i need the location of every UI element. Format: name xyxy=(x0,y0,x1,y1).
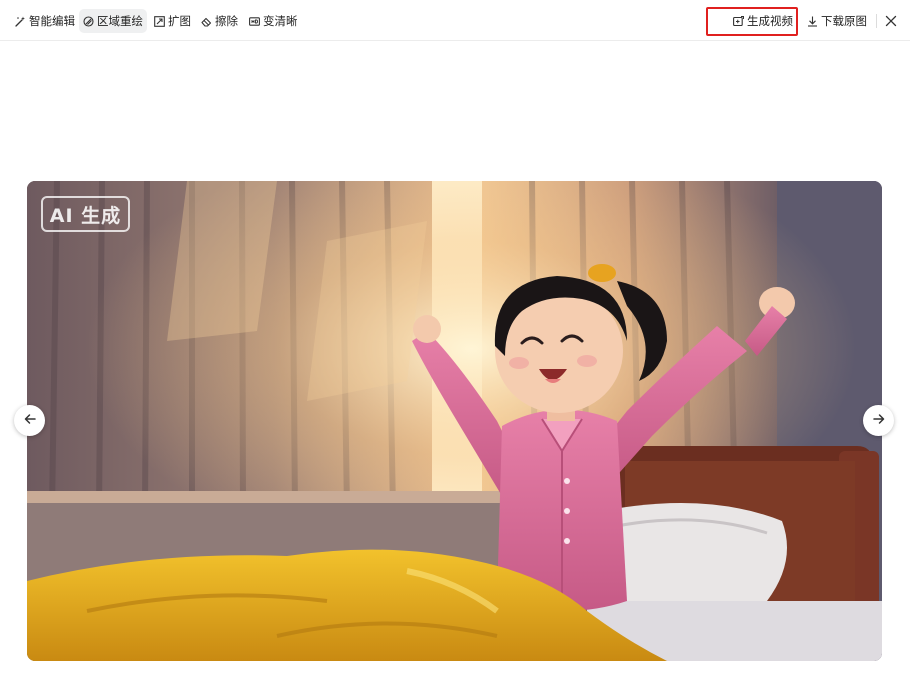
eraser-icon xyxy=(201,16,212,27)
video-add-icon xyxy=(733,15,744,27)
toolbar-divider xyxy=(876,14,877,28)
tool-label: 变清晰 xyxy=(263,14,298,28)
top-toolbar: 智能编辑 区域重绘 扩图 擦除 变清晰 生成视频 下载原图 xyxy=(0,0,910,41)
tool-label: 智能编辑 xyxy=(29,14,75,28)
arrow-right-icon xyxy=(872,411,886,430)
generated-image xyxy=(27,181,882,661)
ai-generated-badge: AI 生成 xyxy=(41,196,130,232)
generate-video-button[interactable]: 生成视频 xyxy=(729,9,797,33)
brush-icon xyxy=(83,15,94,27)
close-button[interactable] xyxy=(883,13,899,29)
arrow-left-icon xyxy=(23,411,37,430)
tool-label: 区域重绘 xyxy=(97,14,143,28)
hd-icon xyxy=(249,16,260,27)
next-image-button[interactable] xyxy=(863,405,894,436)
tool-smart-edit[interactable]: 智能编辑 xyxy=(11,9,79,33)
tool-area-redraw[interactable]: 区域重绘 xyxy=(79,9,147,33)
generate-video-label: 生成视频 xyxy=(747,14,793,28)
tool-label: 擦除 xyxy=(215,14,238,28)
download-label: 下载原图 xyxy=(821,14,867,28)
download-icon xyxy=(807,16,818,27)
prev-image-button[interactable] xyxy=(14,405,45,436)
close-icon xyxy=(883,14,899,33)
download-original-button[interactable]: 下载原图 xyxy=(803,9,871,33)
tool-expand[interactable]: 扩图 xyxy=(150,9,195,33)
magic-wand-icon xyxy=(15,16,26,27)
tool-label: 扩图 xyxy=(168,14,191,28)
expand-icon xyxy=(154,15,165,27)
tool-enhance[interactable]: 变清晰 xyxy=(245,9,302,33)
tool-erase[interactable]: 擦除 xyxy=(197,9,242,33)
